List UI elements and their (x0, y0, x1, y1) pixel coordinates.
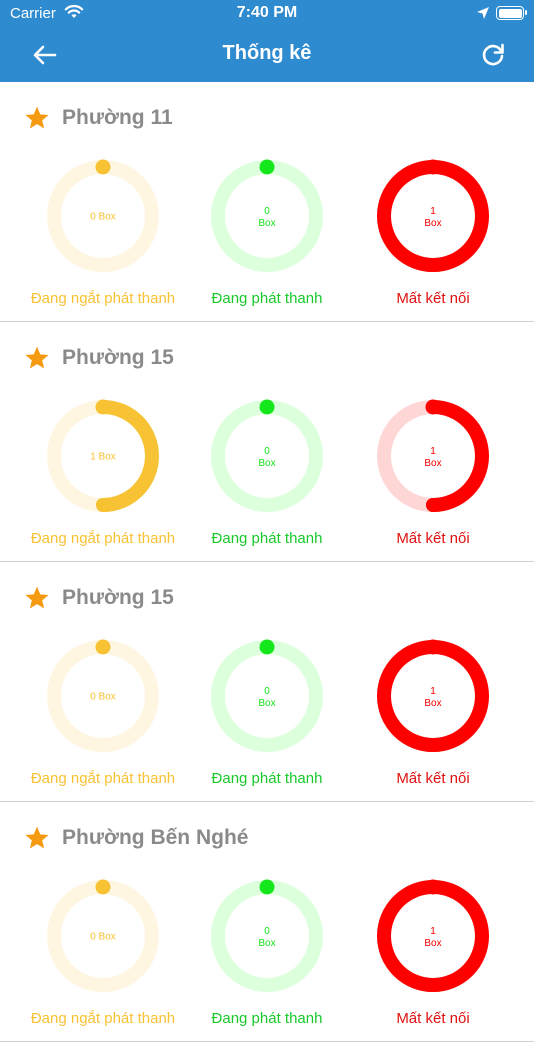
stat-broadcasting[interactable]: 0 Box Đang phát thanh (182, 398, 352, 547)
status-label-broadcasting: Đang phát thanh (211, 770, 323, 787)
status-label-broadcasting: Đang phát thanh (211, 530, 323, 547)
status-label-lost-connection: Mất kết nối (396, 290, 470, 307)
donut-chart-broadcasting: 0 Box (211, 399, 323, 512)
stat-broadcasting[interactable]: 0 Box Đang phát thanh (182, 878, 352, 1027)
box-count-text: 1 Box (424, 446, 441, 469)
ward-header: Phường 15 (24, 344, 174, 372)
donut-start-knob (259, 399, 275, 415)
box-count-text: 0 Box (258, 686, 275, 709)
donut-end-knob (96, 498, 110, 512)
donut-chart-lost-connection: 1 Box (377, 639, 489, 752)
status-label-disconnected-broadcast: Đang ngắt phát thanh (30, 290, 176, 307)
box-count-text: 0 Box (258, 446, 275, 469)
ward-header: Phường 15 (24, 584, 174, 612)
ward-name: Phường 11 (62, 106, 173, 129)
refresh-icon[interactable] (478, 40, 508, 70)
donut-chart-disconnected-broadcast: 0 Box (47, 159, 159, 272)
ward-section[interactable]: Phường 11 0 Box Đang ngắt phát thanh 0 Box Đa… (0, 82, 534, 322)
box-count-text: 0 Box (258, 926, 275, 949)
ward-name: Phường 15 (62, 586, 174, 609)
donut-chart-broadcasting: 0 Box (211, 159, 323, 272)
ward-name: Phường Bến Nghé (62, 826, 249, 849)
box-count-text: 1 Box (90, 452, 116, 463)
status-label-lost-connection: Mất kết nối (396, 530, 470, 547)
stat-broadcasting[interactable]: 0 Box Đang phát thanh (182, 638, 352, 787)
donut-chart-lost-connection: 1 Box (377, 879, 489, 992)
donut-start-knob (425, 159, 441, 175)
stat-disconnected-broadcast[interactable]: 0 Box Đang ngắt phát thanh (18, 878, 188, 1027)
stat-lost-connection[interactable]: 1 Box Mất kết nối (348, 158, 518, 307)
donut-end-knob (426, 498, 440, 512)
status-label-broadcasting: Đang phát thanh (211, 1010, 323, 1027)
box-count-text: 0 Box (90, 692, 116, 703)
donut-chart-lost-connection: 1 Box (377, 399, 489, 512)
stat-disconnected-broadcast[interactable]: 1 Box Đang ngắt phát thanh (18, 398, 188, 547)
status-bar: Carrier 7:40 PM (0, 0, 534, 28)
stats-list[interactable]: Phường 11 0 Box Đang ngắt phát thanh 0 Box Đa… (0, 82, 534, 1042)
ward-name: Phường 15 (62, 346, 174, 369)
stat-lost-connection[interactable]: 1 Box Mất kết nối (348, 878, 518, 1027)
ward-section[interactable]: Phường 15 0 Box Đang ngắt phát thanh 0 Box Đa… (0, 562, 534, 802)
stat-broadcasting[interactable]: 0 Box Đang phát thanh (182, 158, 352, 307)
donut-start-knob (259, 639, 275, 655)
donut-start-knob (259, 879, 275, 895)
stat-disconnected-broadcast[interactable]: 0 Box Đang ngắt phát thanh (18, 158, 188, 307)
box-count-text: 1 Box (424, 686, 441, 709)
donut-chart-disconnected-broadcast: 1 Box (47, 399, 159, 512)
box-count-text: 0 Box (90, 932, 116, 943)
page-title: Thống kê (222, 42, 312, 64)
nav-bar: Thống kê (0, 28, 534, 82)
box-count-text: 0 Box (90, 212, 116, 223)
status-label-lost-connection: Mất kết nối (396, 770, 470, 787)
status-label-disconnected-broadcast: Đang ngắt phát thanh (30, 770, 176, 787)
donut-chart-broadcasting: 0 Box (211, 639, 323, 752)
donut-start-knob (95, 639, 111, 655)
donut-start-knob (95, 399, 111, 415)
battery-icon (496, 6, 527, 20)
clock: 7:40 PM (236, 4, 298, 21)
stat-lost-connection[interactable]: 1 Box Mất kết nối (348, 638, 518, 787)
star-icon (25, 106, 49, 129)
donut-start-knob (259, 159, 275, 175)
ward-header: Phường Bến Nghé (24, 824, 248, 852)
ward-header: Phường 11 (24, 104, 173, 132)
status-label-disconnected-broadcast: Đang ngắt phát thanh (30, 530, 176, 547)
donut-progress-arc (426, 400, 489, 512)
donut-chart-broadcasting: 0 Box (211, 879, 323, 992)
donut-start-knob (425, 399, 441, 415)
donut-start-knob (95, 879, 111, 895)
donut-chart-lost-connection: 1 Box (377, 159, 489, 272)
stat-disconnected-broadcast[interactable]: 0 Box Đang ngắt phát thanh (18, 638, 188, 787)
status-label-disconnected-broadcast: Đang ngắt phát thanh (30, 1010, 176, 1027)
box-count-text: 1 Box (424, 206, 441, 229)
box-count-text: 0 Box (258, 206, 275, 229)
star-icon (25, 586, 49, 609)
star-icon (25, 346, 49, 369)
star-icon (25, 826, 49, 849)
donut-start-knob (95, 159, 111, 175)
ward-section[interactable]: Phường 15 1 Box Đang ngắt phát thanh 0 Box Đa… (0, 322, 534, 562)
ward-section[interactable]: Phường Bến Nghé 0 Box Đang ngắt phát thanh… (0, 802, 534, 1042)
donut-chart-disconnected-broadcast: 0 Box (47, 879, 159, 992)
status-label-broadcasting: Đang phát thanh (211, 290, 323, 307)
donut-start-knob (425, 879, 441, 895)
status-label-lost-connection: Mất kết nối (396, 1010, 470, 1027)
location-arrow-icon (477, 7, 489, 19)
stat-lost-connection[interactable]: 1 Box Mất kết nối (348, 398, 518, 547)
box-count-text: 1 Box (424, 926, 441, 949)
donut-start-knob (425, 639, 441, 655)
donut-chart-disconnected-broadcast: 0 Box (47, 639, 159, 752)
